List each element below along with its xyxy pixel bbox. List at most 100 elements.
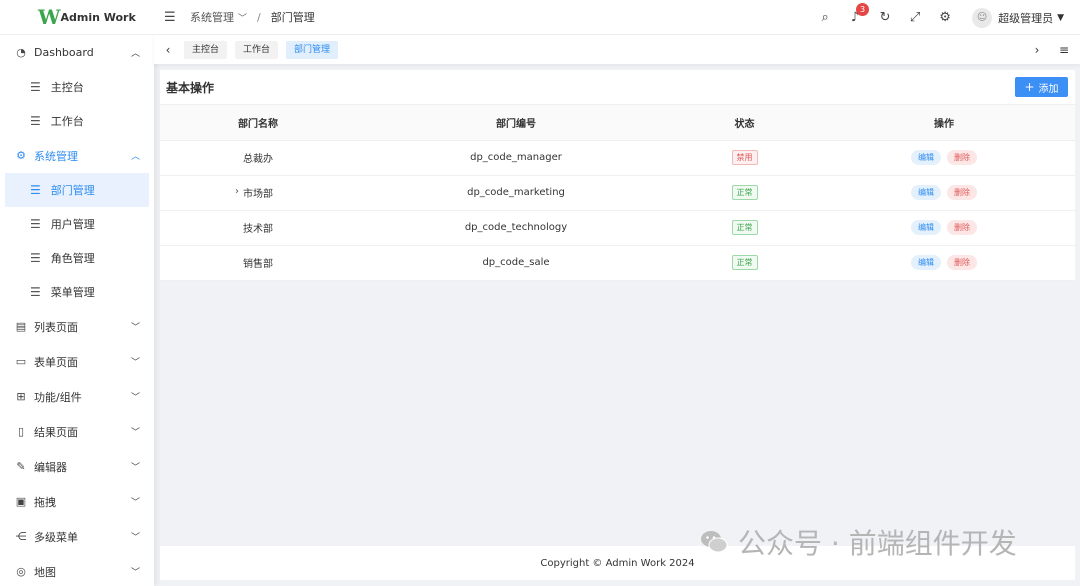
chevron-down-icon[interactable]: ﹀	[238, 11, 247, 24]
status-badge: 禁用	[731, 150, 758, 165]
sidebar-item-9[interactable]: ▭ 表单页面 ﹀	[0, 344, 154, 379]
top-header: ☰ 系统管理 ﹀ / 部门管理 ⌕ ♪ 3 ↻ ⤢ ⚙ ☺ 超级管理员 ▼	[154, 0, 1080, 35]
refresh-icon[interactable]: ↻	[870, 10, 900, 25]
sidebar-item-10[interactable]: ⊞ 功能/组件 ﹀	[0, 379, 154, 414]
tab-menu-icon[interactable]: ≡	[1059, 43, 1073, 57]
search-icon[interactable]: ⌕	[810, 10, 840, 25]
menu-fold-icon[interactable]: ☰	[164, 10, 178, 25]
tree-icon: ⋲	[15, 530, 27, 543]
status-badge: 正常	[731, 220, 758, 235]
add-button[interactable]: + 添加	[1015, 77, 1068, 97]
department-table: 部门名称 部门编号 状态 操作 总裁办 dp_code_manager 禁用 编辑 删除…	[160, 105, 1075, 281]
copyright: Copyright © Admin Work 2024	[540, 557, 695, 569]
table-row: 销售部 dp_code_sale 正常 编辑 删除	[160, 245, 1075, 281]
delete-button[interactable]: 删除	[947, 255, 977, 270]
chevron-down-icon: ﹀	[130, 568, 140, 578]
map-icon: ◎	[16, 565, 26, 578]
bell-icon[interactable]: ♪ 3	[840, 3, 870, 25]
submenu-item-2[interactable]: ☰ 工作台	[5, 104, 149, 138]
dept-name: 总裁办	[243, 154, 273, 165]
edit-button[interactable]: 编辑	[911, 255, 941, 270]
notification-badge: 3	[856, 3, 870, 16]
sidebar-item-label: 工作台	[50, 115, 84, 128]
gear-icon: ⚙	[16, 149, 26, 162]
delete-button[interactable]: 删除	[947, 220, 977, 235]
tab-bar-right: › ≡	[1029, 35, 1080, 64]
logo-text: Admin Work	[60, 10, 136, 24]
breadcrumb-parent[interactable]: 系统管理	[190, 9, 234, 25]
sidebar-item-8[interactable]: ▤ 列表页面 ﹀	[0, 309, 154, 344]
logo-mark: W	[38, 5, 60, 29]
breadcrumb-current: 部门管理	[270, 11, 315, 24]
status-cell: 正常	[676, 210, 813, 246]
sidebar-item-3[interactable]: ⚙ 系统管理 ︿	[0, 138, 154, 173]
settings-gear-icon[interactable]: ⚙	[930, 10, 960, 25]
expand-chevron-icon[interactable]: ›	[235, 186, 239, 197]
delete-button[interactable]: 删除	[947, 150, 977, 165]
actions-cell: 编辑 删除	[813, 245, 1075, 281]
submenu-item-5[interactable]: ☰ 用户管理	[5, 207, 149, 241]
dept-code: dp_code_marketing	[356, 175, 676, 211]
submenu-item-6[interactable]: ☰ 角色管理	[5, 241, 149, 275]
fullscreen-icon[interactable]: ⤢	[900, 10, 930, 25]
delete-button[interactable]: 删除	[947, 185, 977, 200]
menu-lines-icon: ☰	[30, 251, 41, 265]
status-badge: 正常	[731, 185, 758, 200]
sidebar-menu: ◔ Dashboard ︿ ☰ 主控台 ☰ 工作台 ⚙ 系统管理 ︿ ☰ 部门管理 ☰ 用户管理 ☰ 角色管理…	[0, 35, 154, 586]
sidebar-item-12[interactable]: ✎ 编辑器 ﹀	[0, 449, 154, 484]
breadcrumb: 系统管理 ﹀ / 部门管理	[190, 9, 315, 25]
dept-name-cell: 销售部	[160, 245, 356, 281]
sidebar-item-label: 拖拽	[34, 495, 56, 509]
sidebar-item-13[interactable]: ▣ 拖拽 ﹀	[0, 484, 154, 519]
submenu-item-4[interactable]: ☰ 部门管理	[5, 173, 149, 207]
chevron-down-icon: ﹀	[130, 393, 140, 403]
caret-down-icon[interactable]: ▼	[1057, 13, 1064, 23]
chevron-down-icon: ︿	[130, 49, 140, 59]
tab-scroll-left-icon[interactable]: ‹	[160, 43, 176, 57]
chevron-down-icon: ﹀	[130, 533, 140, 543]
status-cell: 正常	[676, 175, 813, 211]
tab-list: 主控台 工作台 部门管理	[176, 40, 339, 59]
sidebar-item-0[interactable]: ◔ Dashboard ︿	[0, 35, 154, 70]
chevron-down-icon: ﹀	[130, 428, 140, 438]
sidebar-item-label: 用户管理	[50, 218, 95, 231]
tab-2[interactable]: 部门管理	[286, 40, 339, 59]
user-name[interactable]: 超级管理员	[998, 10, 1053, 26]
logo[interactable]: W Admin Work	[0, 0, 154, 35]
menu-lines-icon: ☰	[30, 183, 41, 197]
chevron-down-icon: ﹀	[130, 323, 140, 333]
tab-scroll-right-icon[interactable]: ›	[1029, 43, 1045, 57]
tab-0[interactable]: 主控台	[184, 40, 228, 59]
status-cell: 禁用	[676, 140, 813, 176]
sidebar-item-14[interactable]: ⋲ 多级菜单 ﹀	[0, 519, 154, 554]
sidebar-item-label: 功能/组件	[34, 390, 82, 404]
dept-name: 销售部	[243, 259, 273, 270]
actions-cell: 编辑 删除	[813, 140, 1075, 176]
chevron-down-icon: ﹀	[130, 358, 140, 368]
column-header-name: 部门名称	[160, 105, 356, 141]
card-header: 基本操作 + 添加	[160, 70, 1075, 105]
submenu-item-7[interactable]: ☰ 菜单管理	[5, 275, 149, 309]
status-cell: 正常	[676, 245, 813, 281]
menu-lines-icon: ☰	[30, 217, 41, 231]
sidebar-item-label: 多级菜单	[34, 530, 78, 544]
sidebar-item-11[interactable]: ▯ 结果页面 ﹀	[0, 414, 154, 449]
tab-1[interactable]: 工作台	[235, 40, 279, 59]
sidebar-item-label: 菜单管理	[50, 286, 95, 299]
menu-lines-icon: ☰	[30, 80, 41, 94]
breadcrumb-separator: /	[257, 10, 261, 24]
submenu-item-1[interactable]: ☰ 主控台	[5, 70, 149, 104]
column-header-actions: 操作	[813, 105, 1075, 141]
plus-icon: +	[1024, 80, 1035, 94]
dept-code: dp_code_technology	[356, 210, 676, 246]
actions-cell: 编辑 删除	[813, 210, 1075, 246]
sidebar-item-label: 部门管理	[50, 184, 95, 197]
card-title: 基本操作	[166, 80, 215, 95]
avatar[interactable]: ☺	[972, 7, 993, 28]
watermark: 公众号 · 前端组件开发	[700, 522, 1017, 562]
dept-code: dp_code_manager	[356, 140, 676, 176]
edit-button[interactable]: 编辑	[911, 150, 941, 165]
sidebar-item-15[interactable]: ◎ 地图 ﹀	[0, 554, 154, 586]
edit-button[interactable]: 编辑	[911, 220, 941, 235]
edit-button[interactable]: 编辑	[911, 185, 941, 200]
